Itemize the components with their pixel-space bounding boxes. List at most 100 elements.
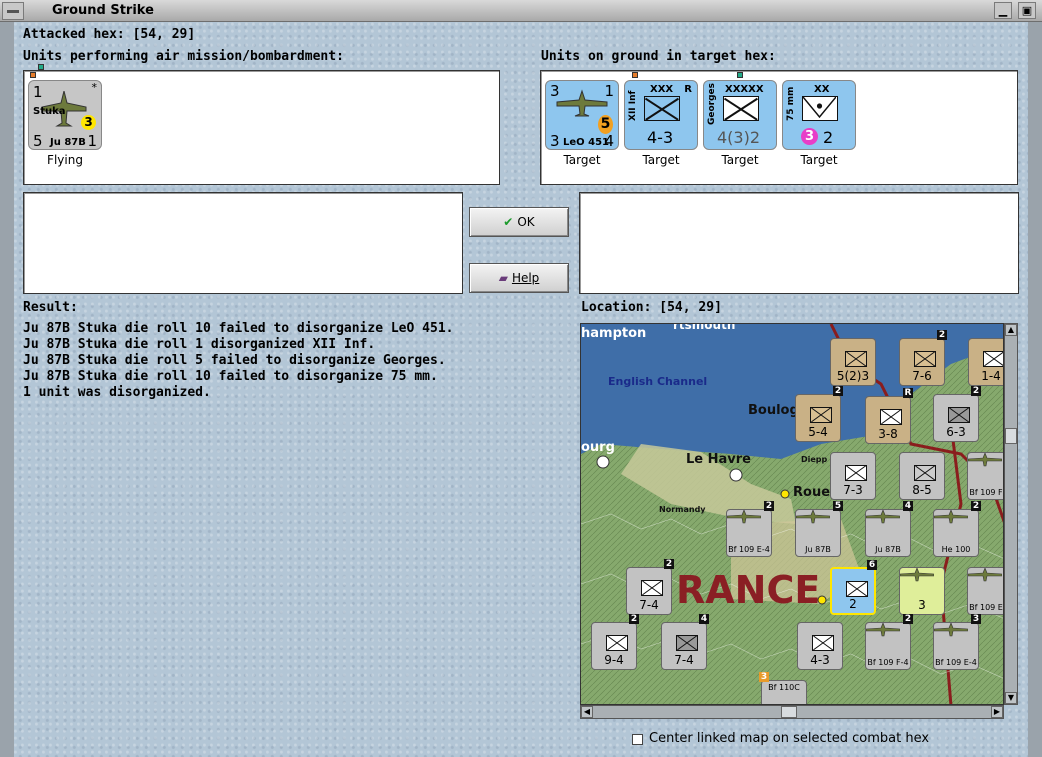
map-label-le-havre: Le Havre	[686, 452, 751, 467]
map-horizontal-scrollbar[interactable]: ◀ ▶	[580, 705, 1004, 719]
center-map-checkbox[interactable]	[632, 734, 643, 745]
map-air-counter[interactable]: 5 Ju 87B	[795, 501, 843, 557]
leo451-counter[interactable]: 3 1 5 3 LeO 451 4	[545, 80, 619, 150]
window-title: Ground Strike	[52, 3, 154, 18]
map-air-counter[interactable]: 2 Bf 109 E-4	[726, 501, 774, 557]
help-book-icon: ▰	[498, 271, 508, 285]
map-counter-badge: 2	[903, 614, 913, 624]
georges-name: Georges	[707, 82, 717, 125]
scroll-thumb[interactable]	[1005, 428, 1017, 444]
map-counter[interactable]: R 3-8	[865, 388, 913, 444]
map-label-hampton: hampton	[581, 326, 647, 341]
map-counter-strength: 4-3	[810, 653, 830, 667]
xii-inf-counter[interactable]: XII Inf XXX R 4-3	[624, 72, 698, 150]
title-bar: Ground Strike ▁ ▣	[0, 0, 1042, 22]
map-counter[interactable]: 7-3	[830, 452, 876, 500]
map-air-counter[interactable]: 3Bf 109 E-4	[933, 614, 981, 670]
map-air-name: Ju 87B	[805, 545, 831, 554]
ground-unit-75mm[interactable]: 75 mm XX 3 2 Target	[782, 80, 856, 167]
map-counter-badge: 6	[867, 560, 877, 570]
ok-button[interactable]: ✔ OK	[469, 207, 569, 237]
leo451-name: LeO 451	[563, 137, 610, 148]
result-line: Ju 87B Stuka die roll 1 disorganized XII…	[23, 337, 376, 352]
map-air-name: Bf 110C	[768, 683, 800, 692]
ground-unit-leo451[interactable]: 3 1 5 3 LeO 451 4 Target	[545, 80, 619, 167]
minimize-button[interactable]: ▁	[994, 2, 1012, 19]
map-counter[interactable]: 8-5	[899, 452, 945, 500]
linked-map[interactable]: hampton rtsmouth English Channel Boulog …	[580, 323, 1004, 705]
help-button[interactable]: ▰ Help	[469, 263, 569, 293]
stuka-type: Ju 87B	[50, 137, 86, 148]
map-air-counter[interactable]: 3 Bf 110C	[759, 672, 807, 704]
map-label-dieppe: Diepp	[801, 455, 828, 464]
result-line: 1 unit was disorganized.	[23, 385, 211, 400]
ground-unit-xii-inf[interactable]: XII Inf XXX R 4-3 Target	[624, 72, 698, 167]
map-counter[interactable]: 4 7-4	[661, 614, 709, 670]
map-counter[interactable]: 3	[899, 567, 945, 615]
air-unit-stuka[interactable]: 1 * Stuka 3 Ju 87B 5 1 Flying	[28, 64, 102, 167]
map-label-france: RANCE	[676, 568, 821, 612]
map-air-counter[interactable]: 4 Ju 87B	[865, 501, 913, 557]
georges-caption: Target	[721, 153, 759, 167]
artillery-symbol-icon	[802, 96, 838, 121]
map-counter-badge: 2	[833, 386, 843, 396]
leo451-bottom-right: 4	[604, 132, 614, 150]
georges-strength: 4(3)2	[717, 128, 761, 147]
map-air-counter[interactable]: 2 He 100	[933, 501, 981, 557]
result-line: Ju 87B Stuka die roll 5 failed to disorg…	[23, 353, 446, 368]
map-counter-badge: 2	[937, 330, 947, 340]
maximize-button[interactable]: ▣	[1018, 2, 1036, 19]
map-counter-strength: 1-4	[981, 369, 1001, 383]
map-counter-strength: 7-6	[912, 369, 932, 383]
map-counter[interactable]: 2 5-4	[795, 386, 843, 442]
map-counter[interactable]: 2 6-3	[933, 386, 981, 442]
map-air-name: Bf 109 E-4	[969, 603, 1003, 612]
nation-marker-icon	[632, 72, 638, 78]
air-units-label: Units performing air mission/bombardment…	[23, 49, 344, 64]
map-air-counter[interactable]: 2 Bf 109 F-4	[865, 614, 913, 670]
stuka-top-right: *	[91, 81, 98, 94]
scroll-thumb[interactable]	[781, 706, 797, 718]
system-menu-icon[interactable]	[2, 2, 24, 20]
attacked-hex-label: Attacked hex:	[23, 27, 125, 42]
map-counter[interactable]: 4-3	[797, 622, 843, 670]
ground-unit-georges[interactable]: Georges XXXXX 4(3)2 Target	[703, 72, 777, 167]
result-list: Ju 87B Stuka die roll 10 failed to disor…	[23, 321, 453, 401]
georges-counter[interactable]: Georges XXXXX 4(3)2	[703, 72, 777, 150]
scroll-up-icon[interactable]: ▲	[1005, 324, 1017, 336]
map-counter-badge: 2	[764, 501, 774, 511]
defender-info-panel	[579, 192, 1019, 294]
map-counter-badge: 5	[833, 501, 843, 511]
map-air-counter[interactable]: 4Bf 109 F-1	[967, 452, 1003, 500]
map-label-normandy: Normandy	[659, 505, 706, 514]
location-label: Location:	[581, 300, 652, 315]
map-label-cherbourg: ourg	[581, 440, 615, 455]
75mm-name: 75 mm	[786, 86, 796, 121]
leo451-bottom-left: 3	[550, 132, 560, 150]
map-counter[interactable]: 5(2)3	[830, 338, 876, 386]
map-label-english-channel: English Channel	[608, 375, 708, 388]
map-counter[interactable]: 31-4	[968, 338, 1003, 386]
map-counter[interactable]: 2 7-4	[626, 559, 674, 615]
map-vertical-scrollbar[interactable]: ▲ ▼	[1004, 323, 1018, 705]
aircraft-icon	[556, 89, 608, 117]
map-counter-strength: 5-4	[808, 425, 828, 439]
map-counter[interactable]: 2 9-4	[591, 614, 639, 670]
scroll-right-icon[interactable]: ▶	[991, 706, 1003, 718]
map-air-counter[interactable]: 3Bf 109 E-4	[967, 567, 1003, 615]
scroll-down-icon[interactable]: ▼	[1005, 692, 1017, 704]
map-counter[interactable]: 2 7-6	[899, 330, 947, 386]
75mm-counter[interactable]: 75 mm XX 3 2	[782, 80, 856, 150]
scroll-left-icon[interactable]: ◀	[581, 706, 593, 718]
ground-units-panel: 3 1 5 3 LeO 451 4 Target XII Inf XXX R 4…	[540, 70, 1018, 185]
map-air-name: Bf 109 F-4	[867, 658, 909, 667]
center-map-checkbox-label[interactable]: Center linked map on selected combat hex	[649, 731, 929, 746]
stuka-counter[interactable]: 1 * Stuka 3 Ju 87B 5 1	[28, 64, 102, 150]
map-counter-strength: 7-3	[843, 483, 863, 497]
location-value: [54, 29]	[659, 300, 722, 315]
map-counter-selected[interactable]: 62	[830, 560, 877, 615]
map-counter-badge: 2	[664, 559, 674, 569]
map-counter-strength: 8-5	[912, 483, 932, 497]
map-air-name: Bf 109 F-1	[969, 488, 1003, 497]
help-button-label: Help	[511, 271, 540, 285]
